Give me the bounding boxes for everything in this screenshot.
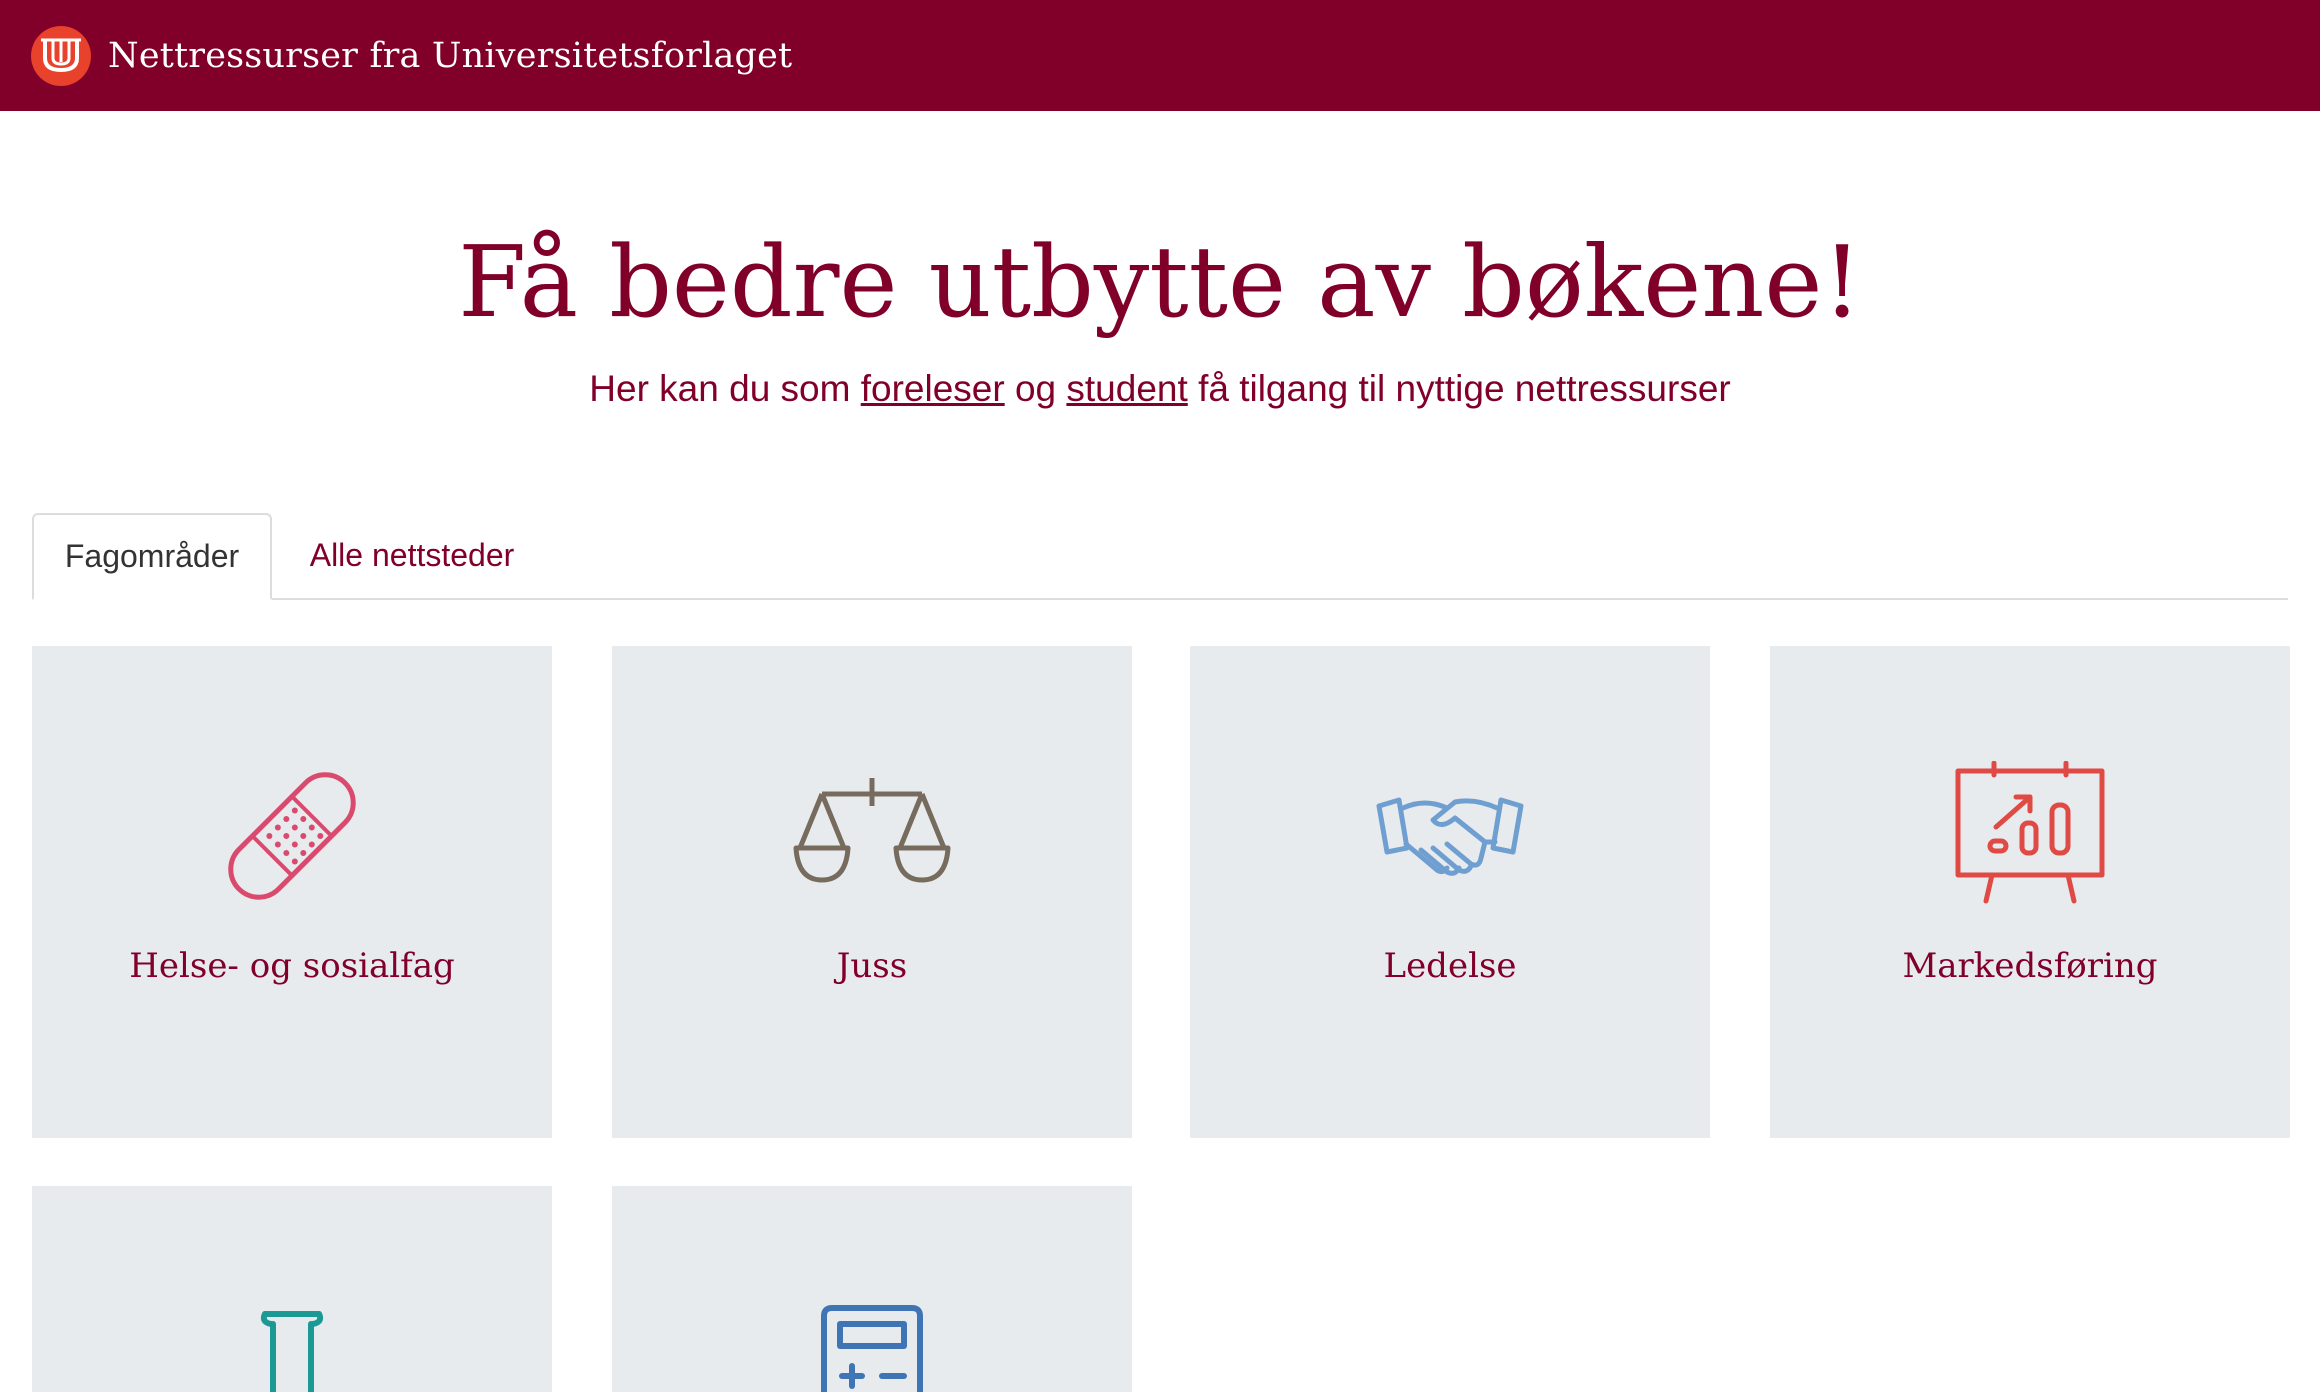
student-link[interactable]: student xyxy=(1066,368,1187,409)
tab-bar: Fagområder Alle nettsteder xyxy=(32,513,2288,600)
card-helse-og-sosialfag[interactable]: Helse- og sosialfag xyxy=(32,646,552,1138)
card-label: Ledelse xyxy=(1383,946,1517,986)
test-tube-icon xyxy=(260,1311,324,1392)
tab-alle-nettsteder[interactable]: Alle nettsteder xyxy=(272,513,552,598)
card-juss[interactable]: Juss xyxy=(612,646,1132,1138)
subtitle-text-pre: Her kan du som xyxy=(589,368,851,409)
page-title: Få bedre utbytte av bøkene! xyxy=(458,226,1862,340)
subtitle-text-post: få tilgang til nyttige nettressurser xyxy=(1198,368,1731,409)
site-title[interactable]: Nettressurser fra Universitetsforlaget xyxy=(108,36,792,76)
card-label: Juss xyxy=(836,946,908,986)
card-label: Markedsføring xyxy=(1902,946,2158,986)
scales-icon xyxy=(793,778,951,883)
lecturer-link[interactable]: foreleser xyxy=(861,368,1005,409)
tab-fagomrader[interactable]: Fagområder xyxy=(32,513,272,600)
card-okonomi[interactable] xyxy=(612,1186,1132,1392)
card-markedsforing[interactable]: Markedsføring xyxy=(1770,646,2290,1138)
calculator-icon xyxy=(821,1305,923,1392)
bandage-icon xyxy=(228,772,356,900)
card-ledelse[interactable]: Ledelse xyxy=(1190,646,1710,1138)
top-bar: Nettressurser fra Universitetsforlaget xyxy=(0,0,2320,111)
subtitle-text-mid: og xyxy=(1014,368,1057,409)
card-naturfag[interactable] xyxy=(32,1186,552,1392)
hero-subtitle: Her kan du som foreleser og student få t… xyxy=(0,364,2320,414)
presentation-chart-icon xyxy=(1955,761,2105,904)
card-label: Helse- og sosialfag xyxy=(129,946,455,986)
handshake-icon xyxy=(1376,797,1524,876)
universitetsforlaget-logo-icon[interactable] xyxy=(31,25,91,86)
